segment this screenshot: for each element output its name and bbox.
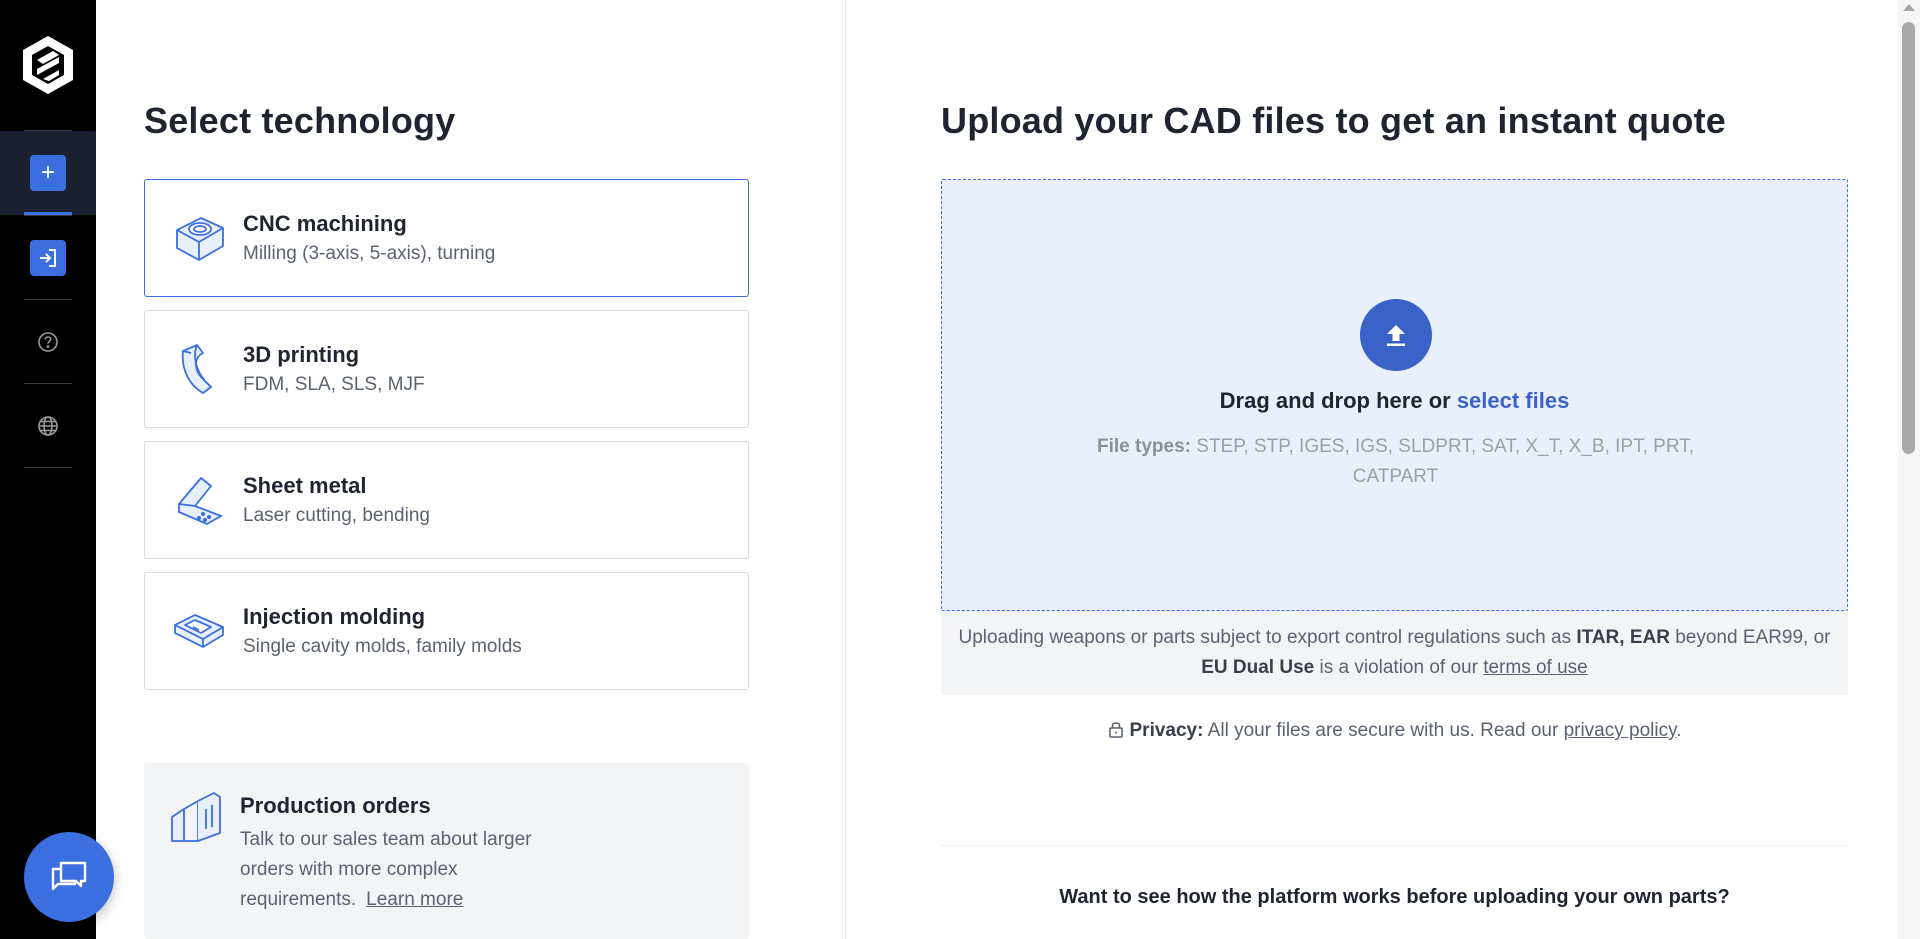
chat-icon: [51, 861, 87, 891]
tech-title: 3D printing: [243, 342, 360, 367]
notice-text: beyond EAR99, or: [1669, 627, 1831, 648]
sidebar: +: [0, 0, 96, 939]
file-dropzone[interactable]: Drag and drop here or select files File …: [941, 179, 1848, 611]
technology-panel: Select technology CNC machining Milling …: [96, 0, 846, 939]
privacy-text: All your files are secure with us. Read …: [1203, 720, 1564, 741]
demo-question: Want to see how the platform works befor…: [1059, 886, 1730, 908]
logo[interactable]: [0, 0, 96, 130]
plus-icon: +: [30, 155, 66, 191]
sidebar-item-login[interactable]: [0, 216, 96, 300]
notice-bold: ITAR, EAR: [1576, 627, 1670, 648]
tech-subtitle: FDM, SLA, SLS, MJF: [243, 374, 425, 395]
notice-bold: EU Dual Use: [1201, 657, 1315, 678]
production-orders-box: Production orders Talk to our sales team…: [144, 763, 749, 939]
help-icon: [38, 332, 58, 352]
tech-card-cnc[interactable]: CNC machining Milling (3-axis, 5-axis), …: [144, 179, 749, 297]
file-types: File types: STEP, STP, IGES, IGS, SLDPRT…: [1062, 432, 1729, 492]
privacy-notice: Privacy: All your files are secure with …: [941, 720, 1848, 742]
privacy-label: Privacy:: [1129, 720, 1204, 741]
page-title: Select technology: [144, 100, 456, 141]
tech-card-sheet-metal[interactable]: Sheet metal Laser cutting, bending: [144, 441, 749, 559]
export-control-notice: Uploading weapons or parts subject to ex…: [941, 611, 1848, 695]
dropzone-instructions: Drag and drop here or select files: [942, 388, 1847, 414]
cnc-part-icon: [171, 210, 227, 266]
learn-more-link[interactable]: Learn more: [366, 889, 463, 910]
dropzone-text: Drag and drop here or: [1219, 388, 1457, 413]
buildings-icon: [168, 789, 224, 845]
upload-icon: [1387, 325, 1405, 346]
tech-subtitle: Laser cutting, bending: [243, 505, 430, 526]
sidebar-item-help[interactable]: [0, 300, 96, 384]
globe-icon: [38, 416, 58, 436]
tech-title: CNC machining: [243, 211, 407, 236]
login-icon: [30, 240, 66, 276]
upload-title: Upload your CAD files to get an instant …: [941, 100, 1727, 141]
scroll-up-arrow[interactable]: [1903, 4, 1915, 11]
tech-card-3d-printing[interactable]: 3D printing FDM, SLA, SLS, MJF: [144, 310, 749, 428]
tech-subtitle: Milling (3-axis, 5-axis), turning: [243, 243, 496, 264]
file-types-value: STEP, STP, IGES, IGS, SLDPRT, SAT, X_T, …: [1196, 436, 1694, 487]
tech-subtitle: Single cavity molds, family molds: [243, 636, 522, 657]
scroll-thumb[interactable]: [1902, 22, 1915, 454]
file-types-label: File types:: [1097, 436, 1191, 457]
divider: [941, 845, 1848, 846]
production-description: Talk to our sales team about larger orde…: [240, 825, 580, 915]
logo-icon: [23, 36, 73, 94]
sidebar-item-language[interactable]: [0, 384, 96, 468]
upload-panel: Upload your CAD files to get an instant …: [847, 0, 1898, 939]
privacy-policy-link[interactable]: privacy policy: [1564, 720, 1677, 741]
notice-text: is a violation of our: [1314, 657, 1484, 678]
sidebar-item-new-quote[interactable]: +: [0, 131, 96, 215]
3d-print-part-icon: [171, 341, 227, 397]
injection-mold-part-icon: [171, 603, 227, 659]
terms-of-use-link[interactable]: terms of use: [1483, 657, 1588, 678]
select-files-link[interactable]: select files: [1457, 388, 1570, 413]
lock-icon: [1108, 722, 1123, 738]
tech-title: Sheet metal: [243, 473, 367, 498]
privacy-end: .: [1676, 720, 1682, 741]
tech-card-injection-molding[interactable]: Injection molding Single cavity molds, f…: [144, 572, 749, 690]
scrollbar[interactable]: [1898, 0, 1920, 939]
tech-title: Injection molding: [243, 604, 426, 629]
notice-text: Uploading weapons or parts subject to ex…: [958, 627, 1577, 648]
chat-button[interactable]: [24, 832, 114, 922]
sheet-metal-part-icon: [171, 472, 227, 528]
upload-button[interactable]: [1360, 299, 1432, 371]
production-title: Production orders: [240, 793, 431, 818]
